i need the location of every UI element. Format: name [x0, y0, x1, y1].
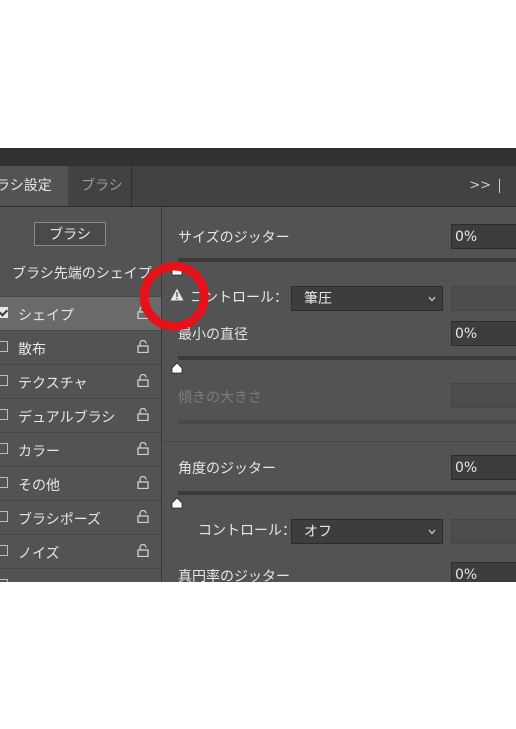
shape-checkbox[interactable] — [0, 307, 8, 318]
brush-settings-panel: ラシ設定 ブラシ >> ブラシ ブラシ先端のシェイプ シェイプ 散布 テクスチャ… — [0, 148, 516, 582]
control-dropdown-1[interactable]: 筆圧 — [291, 286, 443, 311]
option-label: ノイズ — [18, 546, 60, 562]
option-transfer[interactable]: その他 — [0, 466, 161, 500]
tilt-scale-field — [451, 383, 516, 408]
option-label: その他 — [18, 478, 60, 494]
control-label-2: コントロール： — [198, 523, 296, 539]
texture-checkbox[interactable] — [0, 375, 8, 386]
highlight-ring — [139, 261, 209, 331]
lock-icon[interactable] — [137, 544, 149, 557]
size-jitter-label: サイズのジッター — [178, 230, 290, 246]
option-dual-brush[interactable]: デュアルブラシ — [0, 398, 161, 432]
brush-settings-content: サイズのジッター 0% コントロール： 筆圧 最小の直径 0% 傾きの大きさ 角… — [162, 207, 516, 582]
size-jitter-field[interactable]: 0% — [451, 224, 516, 249]
slider-thumb-icon[interactable] — [171, 362, 183, 374]
scattering-checkbox[interactable] — [0, 341, 8, 352]
brush-presets-button[interactable]: ブラシ — [34, 222, 106, 246]
angle-jitter-label: 角度のジッター — [178, 461, 276, 477]
tab-row: ラシ設定 ブラシ >> — [0, 166, 516, 207]
lock-icon[interactable] — [137, 340, 149, 353]
option-label: テクスチャ — [18, 376, 88, 392]
control-aux-field-1 — [451, 286, 516, 311]
control-dropdown-1-value: 筆圧 — [304, 291, 332, 307]
dual-brush-checkbox[interactable] — [0, 409, 8, 420]
other-checkbox[interactable] — [0, 477, 8, 488]
option-label: 散布 — [18, 342, 46, 358]
tilt-scale-slider — [178, 420, 516, 424]
slider-thumb-icon[interactable] — [171, 497, 183, 509]
lock-icon[interactable] — [137, 408, 149, 421]
option-brush-pose[interactable]: ブラシポーズ — [0, 500, 161, 534]
option-label: シェイプ — [18, 308, 74, 324]
tilt-scale-label: 傾きの大きさ — [178, 390, 262, 406]
tab-brush-settings[interactable]: ラシ設定 — [0, 166, 68, 206]
color-checkbox[interactable] — [0, 443, 8, 454]
next-checkbox[interactable] — [0, 579, 8, 582]
option-shape-dynamics[interactable]: シェイプ — [0, 296, 161, 330]
lock-icon[interactable] — [137, 442, 149, 455]
roundness-jitter-field[interactable]: 0% — [451, 562, 516, 582]
panel-menu-bar — [499, 178, 500, 193]
chevron-down-icon — [428, 529, 436, 535]
tab-brushes[interactable]: ブラシ — [68, 166, 132, 206]
panel-top-bar — [0, 148, 516, 166]
chevron-down-icon — [428, 296, 436, 302]
option-noise[interactable]: ノイズ — [0, 534, 161, 568]
lock-icon[interactable] — [137, 374, 149, 387]
control-dropdown-2-value: オフ — [304, 524, 332, 540]
option-color-dynamics[interactable]: カラー — [0, 432, 161, 466]
expand-panel-button[interactable]: >> — [469, 166, 500, 206]
lock-icon[interactable] — [137, 510, 149, 523]
size-jitter-slider[interactable] — [178, 258, 516, 262]
option-label: ブラシポーズ — [18, 512, 102, 528]
angle-jitter-field[interactable]: 0% — [451, 455, 516, 480]
min-diameter-field[interactable]: 0% — [451, 321, 516, 346]
option-scattering[interactable]: 散布 — [0, 330, 161, 364]
control-aux-field-2 — [451, 519, 516, 544]
option-partial-next[interactable] — [0, 568, 161, 582]
option-label: カラー — [18, 444, 60, 460]
section-divider — [162, 441, 516, 442]
control-dropdown-2[interactable]: オフ — [291, 519, 443, 544]
brush-pose-checkbox[interactable] — [0, 511, 8, 522]
min-diameter-slider[interactable] — [178, 356, 516, 360]
noise-checkbox[interactable] — [0, 545, 8, 556]
angle-jitter-slider[interactable] — [178, 491, 516, 495]
option-texture[interactable]: テクスチャ — [0, 364, 161, 398]
option-label: デュアルブラシ — [18, 410, 116, 426]
roundness-jitter-label: 真円率のジッター — [178, 569, 290, 582]
lock-icon[interactable] — [137, 476, 149, 489]
brush-tip-shape-item[interactable]: ブラシ先端のシェイプ — [12, 263, 152, 283]
expand-label: >> — [469, 178, 491, 193]
